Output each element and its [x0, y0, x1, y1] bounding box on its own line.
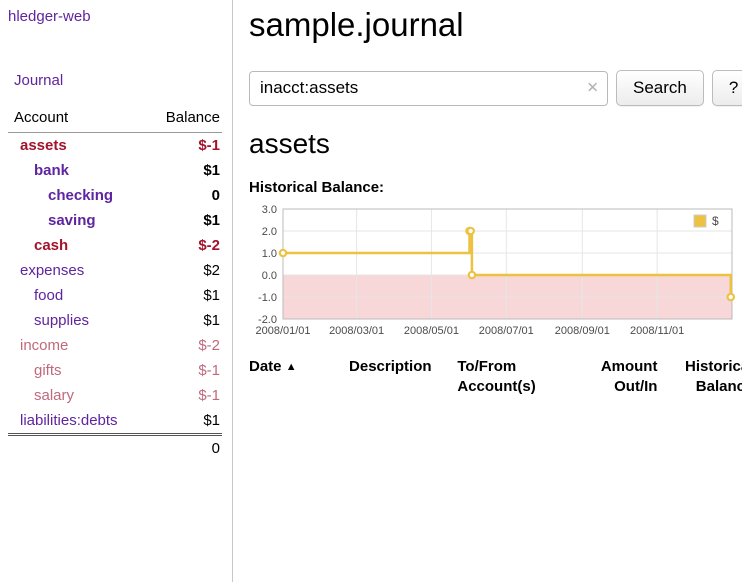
account-row: liabilities:debts $1	[8, 408, 222, 435]
accounts-total-spacer	[8, 435, 149, 462]
register-header-balance: Historical Balance	[659, 355, 742, 402]
svg-text:0.0: 0.0	[262, 270, 277, 282]
account-row: supplies $1	[8, 308, 222, 333]
main-content: sample.journal ✕ Search ? assets Histori…	[233, 0, 742, 582]
accounts-total-row: 0	[8, 435, 222, 462]
account-row: gifts $-1	[8, 358, 222, 383]
page-title: sample.journal	[249, 6, 742, 44]
account-link[interactable]: income	[20, 337, 68, 354]
clear-search-icon[interactable]: ✕	[586, 81, 599, 96]
account-row: assets $-1	[8, 133, 222, 159]
accounts-total-balance: 0	[149, 435, 222, 462]
register-header-accounts: To/From Account(s)	[457, 355, 574, 402]
account-link[interactable]: assets	[20, 137, 67, 154]
account-balance: $-2	[149, 233, 222, 258]
app-title-link[interactable]: hledger-web	[8, 8, 222, 25]
account-heading: assets	[249, 128, 742, 160]
search-box: ✕	[249, 71, 608, 106]
svg-text:2008/09/01: 2008/09/01	[555, 325, 610, 337]
account-row: salary $-1	[8, 383, 222, 408]
account-balance: $-1	[149, 133, 222, 159]
search-button[interactable]: Search	[616, 70, 704, 106]
account-link[interactable]: food	[34, 287, 63, 304]
svg-text:2008/03/01: 2008/03/01	[329, 325, 384, 337]
account-link[interactable]: liabilities:debts	[20, 412, 118, 429]
account-row: cash $-2	[8, 233, 222, 258]
account-row: bank $1	[8, 158, 222, 183]
account-row: saving $1	[8, 208, 222, 233]
svg-text:3.0: 3.0	[262, 204, 277, 216]
help-button[interactable]: ?	[712, 70, 742, 106]
svg-text:2008/11/01: 2008/11/01	[630, 325, 684, 337]
account-balance: $-1	[149, 383, 222, 408]
app-window: hledger-web Journal Account Balance asse…	[0, 0, 742, 582]
svg-text:2.0: 2.0	[262, 226, 277, 238]
sidebar: hledger-web Journal Account Balance asse…	[0, 0, 233, 582]
account-balance: $1	[149, 408, 222, 435]
account-balance: $1	[149, 158, 222, 183]
account-balance: $1	[149, 283, 222, 308]
register-header-row: Date ▲DescriptionTo/From Account(s)Amoun…	[249, 355, 742, 402]
account-balance: $1	[149, 308, 222, 333]
register-table: Date ▲DescriptionTo/From Account(s)Amoun…	[249, 355, 742, 402]
balance-chart-svg: 3.02.01.00.0-1.0-2.02008/01/012008/03/01…	[249, 201, 737, 343]
account-link[interactable]: saving	[48, 212, 96, 229]
account-link[interactable]: salary	[34, 387, 74, 404]
account-link[interactable]: checking	[48, 187, 113, 204]
chart-title: Historical Balance:	[249, 179, 742, 196]
account-row: income $-2	[8, 333, 222, 358]
account-balance: $-2	[149, 333, 222, 358]
svg-text:1.0: 1.0	[262, 248, 277, 260]
register-header-amount: Amount Out/In	[574, 355, 659, 402]
accounts-body: assets$-1bank$1checking0saving$1cash$-2e…	[8, 133, 222, 435]
svg-text:2008/07/01: 2008/07/01	[479, 325, 534, 337]
accounts-header-row: Account Balance	[8, 106, 222, 133]
account-link[interactable]: supplies	[34, 312, 89, 329]
account-link[interactable]: gifts	[34, 362, 62, 379]
account-row: food $1	[8, 283, 222, 308]
search-bar: ✕ Search ?	[249, 70, 742, 106]
account-balance: $-1	[149, 358, 222, 383]
svg-text:$: $	[712, 214, 719, 228]
sort-asc-icon: ▲	[286, 361, 297, 373]
account-balance: $2	[149, 258, 222, 283]
account-row: checking 0	[8, 183, 222, 208]
accounts-header-account: Account	[8, 106, 149, 133]
account-balance: $1	[149, 208, 222, 233]
register-header-date[interactable]: Date ▲	[249, 355, 349, 402]
accounts-table: Account Balance assets $-1 bank $1 checking 0…	[8, 106, 222, 461]
accounts-header-balance: Balance	[149, 106, 222, 133]
journal-link[interactable]: Journal	[8, 72, 222, 89]
account-balance: 0	[149, 183, 222, 208]
account-link[interactable]: cash	[34, 237, 68, 254]
account-link[interactable]: bank	[34, 162, 69, 179]
balance-chart: 3.02.01.00.0-1.0-2.02008/01/012008/03/01…	[249, 201, 742, 343]
account-row: expenses $2	[8, 258, 222, 283]
account-link[interactable]: expenses	[20, 262, 84, 279]
svg-text:2008/05/01: 2008/05/01	[404, 325, 459, 337]
svg-text:2008/01/01: 2008/01/01	[255, 325, 310, 337]
register-header-description: Description	[349, 355, 457, 402]
search-input[interactable]	[249, 71, 608, 106]
svg-text:-1.0: -1.0	[258, 292, 277, 304]
